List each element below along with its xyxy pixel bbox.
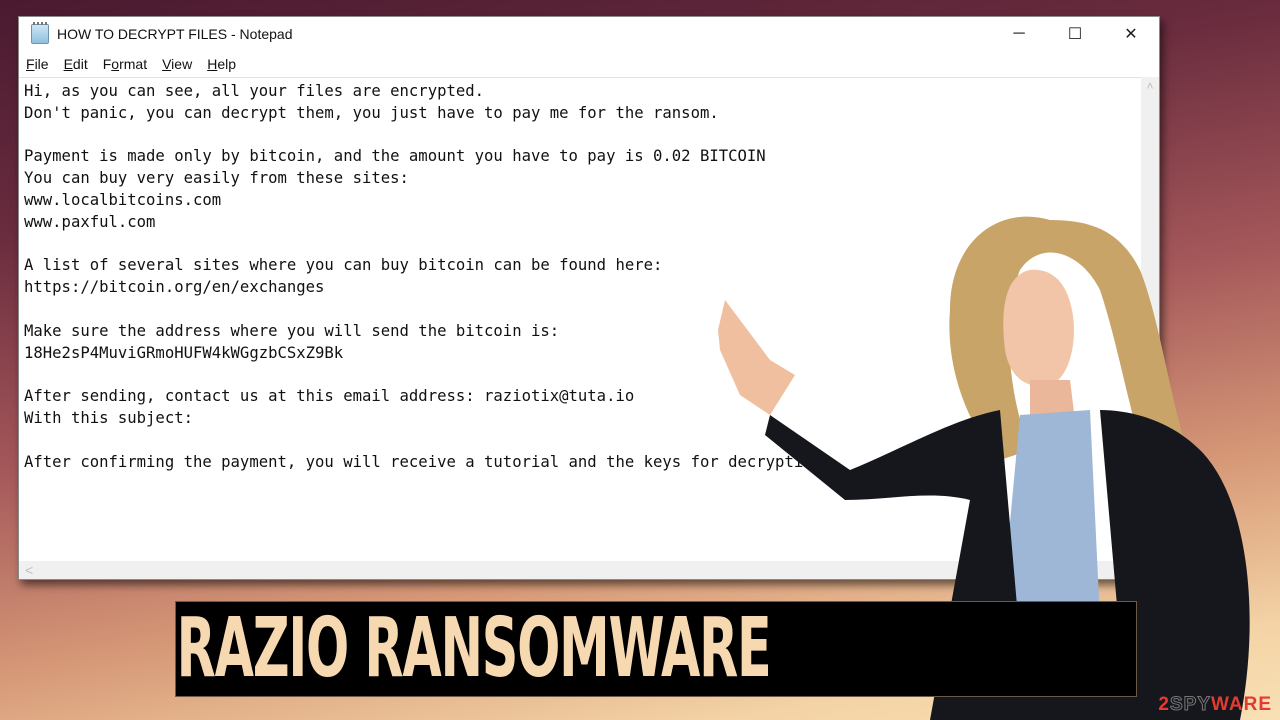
menu-file[interactable]: File	[26, 56, 49, 72]
logo-spy: SPY	[1169, 694, 1211, 716]
title-banner: RAZIO RANSOMWARE	[175, 601, 1137, 697]
logo-digit: 2	[1158, 694, 1170, 715]
maximize-button[interactable]: ☐	[1047, 17, 1103, 51]
menu-edit[interactable]: Edit	[64, 56, 88, 72]
scroll-left-icon[interactable]: <	[25, 561, 33, 579]
scroll-up-icon[interactable]: ˄	[1141, 79, 1159, 93]
face	[1003, 269, 1074, 387]
menu-view[interactable]: View	[162, 56, 192, 72]
close-button[interactable]: ✕	[1103, 17, 1159, 51]
watermark-logo: 2SPYWARE	[1158, 694, 1272, 716]
menu-help[interactable]: Help	[207, 56, 236, 72]
title-bar[interactable]: HOW TO DECRYPT FILES - Notepad ─ ☐ ✕	[19, 17, 1159, 51]
notepad-icon	[31, 22, 49, 44]
menu-format[interactable]: Format	[103, 56, 147, 72]
logo-ware: WARE	[1211, 694, 1272, 715]
pointing-hand	[718, 300, 795, 415]
banner-text: RAZIO RANSOMWARE	[176, 601, 772, 696]
window-title: HOW TO DECRYPT FILES - Notepad	[57, 26, 293, 42]
minimize-button[interactable]: ─	[991, 17, 1047, 51]
menu-bar: File Edit Format View Help	[19, 51, 1159, 77]
